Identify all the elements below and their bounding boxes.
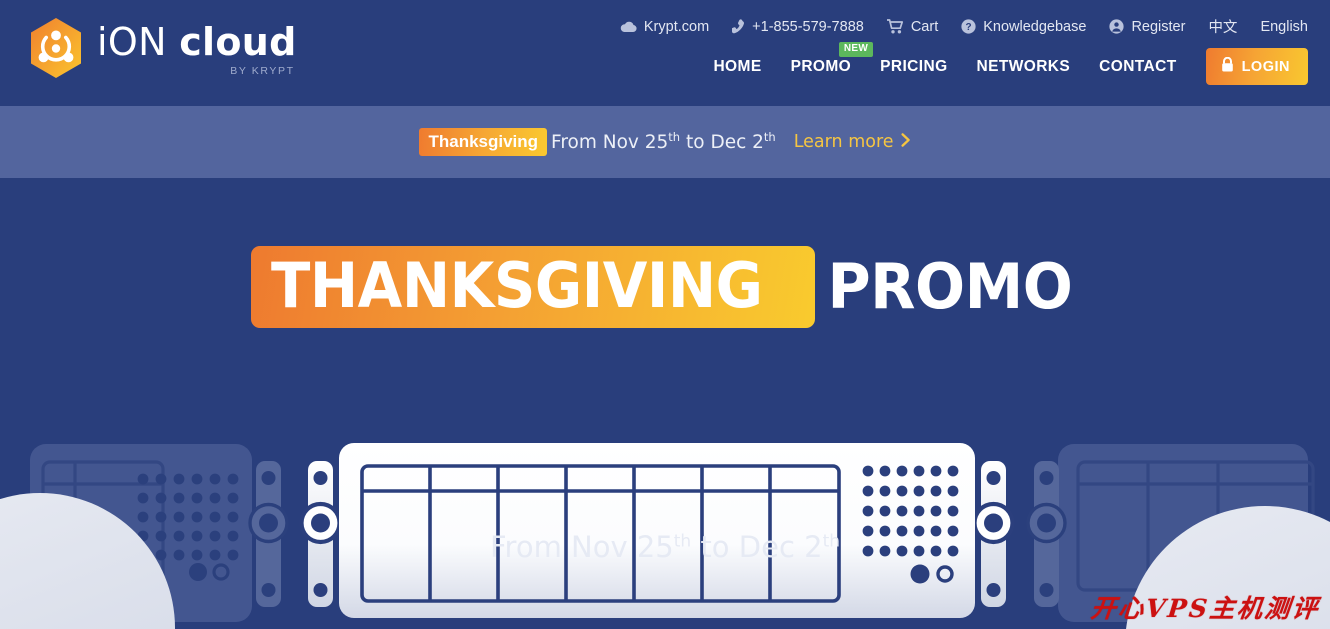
hero-title: THANKSGIVING PROMO [0, 246, 1330, 328]
utility-item-label: Knowledgebase [983, 18, 1087, 35]
nav-item-promo[interactable]: PROMO NEW [790, 41, 874, 76]
new-badge: NEW [838, 41, 874, 57]
nav-item-pricing[interactable]: PRICING [880, 58, 947, 76]
lock-icon [1221, 56, 1234, 76]
page-root: iON cloud BY KRYPT Krypt.com +1-855-579-… [0, 0, 1330, 629]
hero-subtitle: From Nov 25th to Dec 2th [489, 530, 841, 564]
hexagon-atom-logo-icon [28, 17, 84, 79]
login-button-label: LOGIN [1241, 58, 1290, 75]
utility-item-register[interactable]: Register [1109, 19, 1185, 35]
brand-tagline: BY KRYPT [230, 64, 295, 77]
learn-more-link[interactable]: Learn more [794, 132, 911, 152]
utility-item-knowledgebase[interactable]: ? Knowledgebase [961, 19, 1086, 35]
utility-item-label: +1-855-579-7888 [752, 18, 864, 35]
nav-item-home[interactable]: HOME [713, 58, 761, 76]
language-label: 中文 [1208, 20, 1238, 36]
language-english[interactable]: English [1260, 19, 1308, 35]
utility-item-label: Cart [910, 18, 939, 35]
utility-item-cart[interactable]: Cart [886, 18, 939, 35]
user-circle-icon [1109, 19, 1125, 34]
chevron-right-icon [900, 132, 911, 152]
nav-item-label: NETWORKS [976, 57, 1071, 75]
hero-title-highlight-box: THANKSGIVING [250, 246, 816, 328]
nav-item-label: CONTACT [1099, 57, 1177, 75]
watermark-text: 开心VPS主机测评 [1089, 594, 1322, 623]
promo-banner: Thanksgiving From Nov 25th to Dec 2th Le… [0, 106, 1330, 178]
login-button[interactable]: LOGIN [1205, 48, 1308, 85]
language-label: English [1260, 18, 1308, 35]
promo-banner-tag: Thanksgiving [419, 127, 548, 157]
utility-nav: Krypt.com +1-855-579-7888 Cart ? Knowled… [620, 16, 1308, 37]
hero-section: THANKSGIVING PROMO From Nov 25th to Dec … [0, 178, 1330, 629]
nav-item-label: PRICING [880, 57, 948, 75]
brand-name: iON cloud [97, 20, 297, 64]
main-nav: HOME PROMO NEW PRICING NETWORKS CONTACT … [713, 41, 1308, 85]
utility-item-phone[interactable]: +1-855-579-7888 [732, 19, 864, 35]
hero-title-highlight: THANKSGIVING [270, 249, 763, 322]
brand-logo[interactable]: iON cloud BY KRYPT [28, 17, 297, 79]
utility-item-label: Register [1131, 18, 1186, 35]
cloud-icon [620, 20, 637, 33]
promo-banner-text: From Nov 25th to Dec 2th [551, 130, 776, 154]
learn-more-label: Learn more [793, 131, 894, 152]
phone-icon [732, 19, 745, 34]
site-header: iON cloud BY KRYPT Krypt.com +1-855-579-… [0, 0, 1330, 106]
svg-text:?: ? [966, 22, 972, 33]
cart-icon [886, 19, 904, 34]
hero-title-rest: PROMO [827, 250, 1073, 323]
nav-item-networks[interactable]: NETWORKS [977, 58, 1071, 76]
utility-item-label: Krypt.com [643, 18, 710, 35]
question-circle-icon: ? [961, 19, 976, 34]
nav-item-label: HOME [713, 57, 762, 75]
nav-item-label: PROMO [790, 57, 852, 75]
language-chinese[interactable]: 中文 [1208, 16, 1237, 37]
utility-item-krypt[interactable]: Krypt.com [620, 19, 709, 35]
nav-item-contact[interactable]: CONTACT [1099, 58, 1176, 76]
